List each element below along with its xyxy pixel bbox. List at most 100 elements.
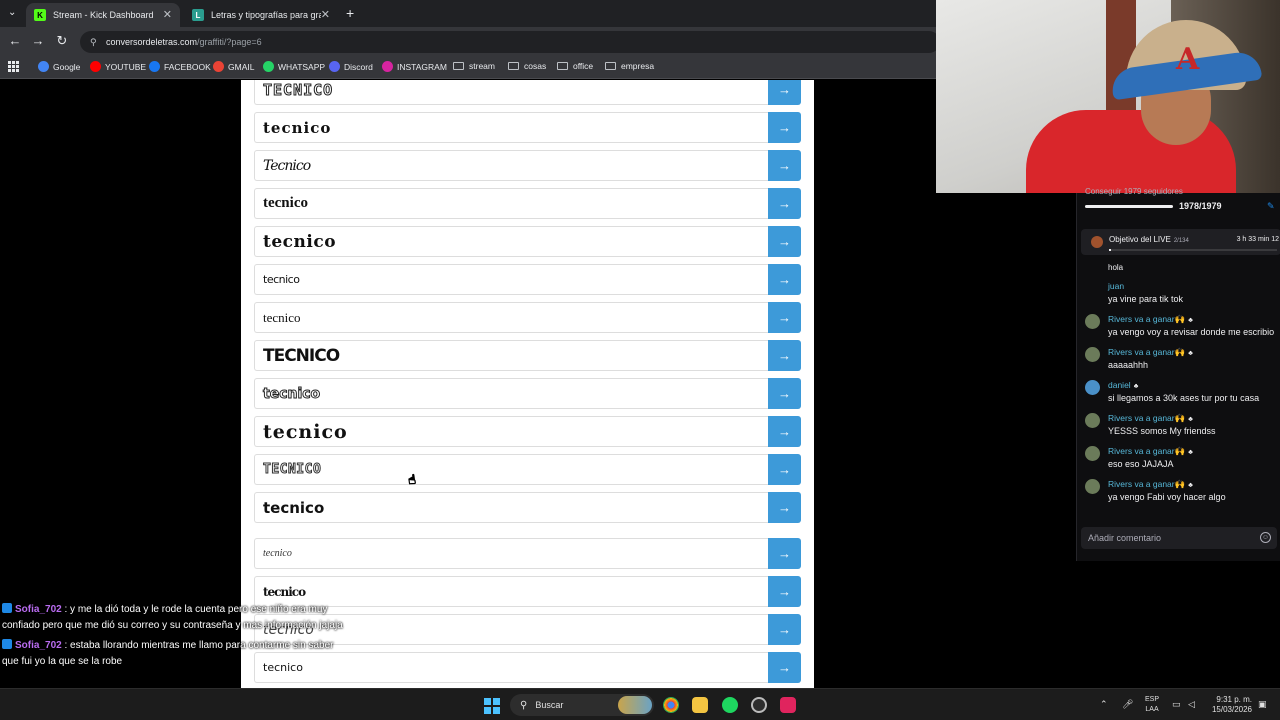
open-style-button[interactable]: → [768,226,801,257]
avatar[interactable] [1085,314,1100,329]
bookmark-office[interactable]: office [557,61,593,71]
tiktok-icon[interactable] [780,697,796,713]
chat-username[interactable]: juan [1108,281,1124,291]
live-objective[interactable]: Objetivo del LIVE 2/134 3 h 33 min 12 [1081,229,1280,255]
graffiti-result-row: tecnico → [254,538,801,569]
new-tab-button[interactable]: + [346,5,354,21]
chat-text: ya vengo Fabi voy hacer algo [1108,492,1226,502]
graffiti-preview[interactable]: tecnico [254,492,768,523]
apps-grid-icon[interactable] [8,61,19,72]
live-chat-panel: Conseguir 1979 seguidores 1978/1979 ✎ Ob… [1076,187,1280,561]
bookmark-instagram[interactable]: INSTAGRAM [382,61,447,72]
back-arrow-icon[interactable]: ← [6,33,24,48]
graffiti-result-row: tecnico → [254,264,801,295]
network-icon[interactable]: ▭ [1172,699,1181,710]
graffiti-text: tecnico [263,548,292,559]
open-style-button[interactable]: → [768,340,801,371]
graffiti-preview[interactable]: Tecnico [254,150,768,181]
site-info-icon[interactable]: ⚲ [90,37,100,48]
steam-icon[interactable] [751,697,767,713]
taskbar-clock[interactable]: 9:31 p. m. 15/03/2026 [1204,695,1252,715]
emoji-icon[interactable]: ☺ [1260,532,1271,543]
add-comment-input[interactable]: Añadir comentario ☺ [1081,527,1277,549]
bookmark-gmail[interactable]: GMAIL [213,61,254,72]
open-style-button[interactable]: → [768,492,801,523]
open-style-button[interactable]: → [768,112,801,143]
windows-start-icon[interactable] [484,698,500,714]
language-indicator[interactable]: ESP LAA [1145,695,1159,715]
open-style-button[interactable]: → [768,652,801,683]
tab-letras-graffiti[interactable]: L Letras y tipografías para graffiti ✕ [184,3,338,27]
bookmark-label: GMAIL [228,61,255,72]
user-badge-icon: ♣ [1188,449,1193,456]
close-tab-icon[interactable]: ✕ [321,8,330,21]
close-tab-icon[interactable]: ✕ [163,8,172,21]
chat-username[interactable]: Rivers va a ganar🙌 ♣ [1108,479,1193,490]
avatar[interactable] [1085,479,1100,494]
tab-kick-dashboard[interactable]: K Stream - Kick Dashboard ✕ [26,3,180,27]
chat-messages[interactable]: hola juan ya vine para tik tok Rivers va a… [1077,263,1280,513]
chat-username-text: Rivers va a ganar🙌 [1108,446,1186,456]
graffiti-preview[interactable]: TECNICO [254,454,768,485]
bookmark-facebook[interactable]: FACEBOOK [149,61,211,72]
avatar[interactable] [1085,347,1100,362]
bookmark-empresa[interactable]: empresa [605,61,654,71]
open-style-button[interactable]: → [768,378,801,409]
graffiti-preview[interactable]: tecnico [254,188,768,219]
open-style-button[interactable]: → [768,576,801,607]
notifications-icon[interactable]: ▣ [1258,699,1267,710]
bookmark-discord[interactable]: Discord [329,61,373,72]
chat-username[interactable]: daniel ♣ [1108,380,1138,390]
chat-username-text: Rivers va a ganar🙌 [1108,413,1186,423]
open-style-button[interactable]: → [768,454,801,485]
open-style-button[interactable]: → [768,264,801,295]
reload-icon[interactable]: ↻ [53,33,71,49]
open-style-button[interactable]: → [768,150,801,181]
chrome-icon[interactable] [663,697,679,713]
goal-edit-icon[interactable]: ✎ [1267,201,1275,212]
address-bar[interactable]: ⚲ conversordeletras.com/graffiti/?page=6 [80,31,940,53]
volume-icon[interactable]: ◁ [1188,699,1195,710]
bookmark-google[interactable]: Google [38,61,80,72]
open-style-button[interactable]: → [768,188,801,219]
chat-username[interactable]: Rivers va a ganar🙌 ♣ [1108,314,1193,325]
forward-arrow-icon[interactable]: → [29,33,47,48]
avatar[interactable] [1085,380,1100,395]
file-explorer-icon[interactable] [692,697,708,713]
avatar[interactable] [1085,446,1100,461]
show-hidden-icons-icon[interactable]: ⌃ [1100,699,1108,710]
bookmark-youtube[interactable]: YOUTUBE [90,61,146,72]
chat-username-text: Rivers va a ganar🙌 [1108,479,1186,489]
spotify-icon[interactable] [722,697,738,713]
graffiti-preview[interactable]: tecnico [254,378,768,409]
bookmark-label: cosas [524,61,547,71]
url-path: /graffiti/?page=6 [197,37,262,47]
taskbar-search[interactable]: ⚲ Buscar [510,694,654,716]
graffiti-preview[interactable]: tecnico [254,538,768,569]
open-style-button[interactable]: → [768,302,801,333]
user-badge-icon: ♣ [1188,317,1193,324]
graffiti-preview[interactable]: tecnico [254,112,768,143]
bookmark-stream[interactable]: stream [453,61,495,71]
graffiti-preview[interactable]: TECNICO [254,80,768,105]
chat-username[interactable]: Rivers va a ganar🙌 ♣ [1108,347,1193,358]
bookmark-whatsapp[interactable]: WHATSAPP [263,61,325,72]
chat-text: si llegamos a 30k ases tur por tu casa [1108,393,1260,403]
microphone-icon[interactable]: 🎤︎ [1122,699,1133,710]
graffiti-preview[interactable]: tecnico [254,416,768,447]
graffiti-result-row: tecnico → [254,112,801,143]
bookmark-label: stream [469,61,495,71]
avatar[interactable] [1085,413,1100,428]
graffiti-preview[interactable]: tecnico [254,226,768,257]
tab-search-chevron-icon[interactable]: ⌄ [8,7,16,18]
bookmark-cosas[interactable]: cosas [508,61,546,71]
chat-username[interactable]: Rivers va a ganar🙌 ♣ [1108,413,1193,424]
open-style-button[interactable]: → [768,416,801,447]
open-style-button[interactable]: → [768,80,801,105]
open-style-button[interactable]: → [768,614,801,645]
graffiti-preview[interactable]: tecnico [254,264,768,295]
graffiti-preview[interactable]: TECNICO [254,340,768,371]
open-style-button[interactable]: → [768,538,801,569]
chat-username[interactable]: Rivers va a ganar🙌 ♣ [1108,446,1193,457]
graffiti-preview[interactable]: tecnico [254,302,768,333]
